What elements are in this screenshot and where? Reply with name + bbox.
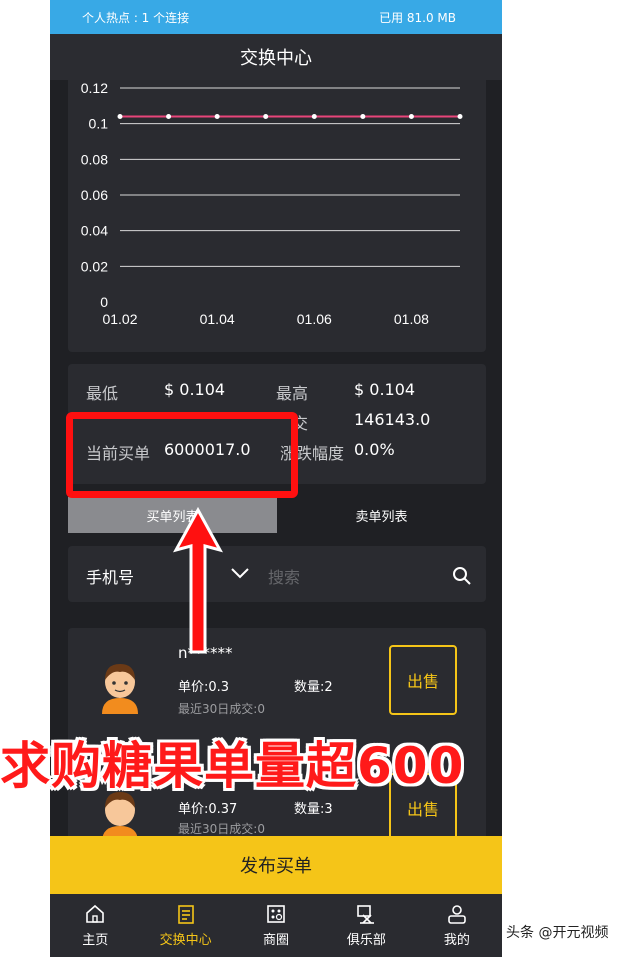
arrow-up-icon: [172, 506, 224, 654]
y-tick-label: 0.08: [81, 151, 108, 167]
data-point: [263, 114, 269, 120]
high-label: 最高: [276, 384, 309, 403]
exchange-icon: [177, 905, 194, 924]
nav-home[interactable]: 主页: [50, 894, 140, 957]
nav-label: 我的: [443, 933, 470, 948]
nav-exchange[interactable]: 交换中心: [140, 894, 230, 957]
y-tick-label: 0.12: [81, 80, 108, 96]
order-price: 单价:0.37: [178, 802, 238, 817]
profile-icon: [448, 905, 466, 924]
high-value: $ 0.104: [354, 380, 416, 399]
overlay-caption: 求购糖果单量超600: [0, 737, 465, 795]
nav-label: 俱乐部: [346, 933, 386, 948]
search-field-selector[interactable]: 手机号: [86, 564, 134, 588]
search-bar: 手机号 搜索: [68, 546, 486, 602]
y-tick-label: 0: [100, 294, 108, 310]
data-point: [360, 114, 366, 120]
hotspot-status: 个人热点 : 1 个连接: [82, 10, 190, 25]
y-tick-label: 0.06: [81, 187, 108, 203]
data-point: [408, 114, 414, 120]
y-tick-label: 0.04: [81, 223, 108, 239]
x-tick-label: 01.06: [297, 311, 332, 327]
data-point: [117, 114, 123, 120]
volume-value: 146143.0: [354, 410, 431, 429]
club-icon: [357, 905, 375, 924]
order-recent-deals: 最近30日成交:0: [178, 702, 265, 716]
status-bar: 个人热点 : 1 个连接 已用 81.0 MB: [50, 0, 502, 34]
nav-profile[interactable]: 我的: [412, 894, 502, 957]
x-tick-label: 01.04: [200, 311, 235, 327]
bottom-nav: 主页 交换中心 商圈 俱乐部 我的: [50, 894, 502, 957]
price-chart: 0 0.02 0.04 0.06 0.08 0.1 0.12 01.02 01.04 01.06 0…: [68, 80, 486, 352]
page-title: 交换中心: [50, 34, 502, 80]
watermark: 头条 @开元视频: [506, 925, 609, 941]
nav-shop[interactable]: 商圈: [231, 894, 321, 957]
sell-button[interactable]: 出售: [389, 645, 457, 715]
order-quantity: 数量:2: [294, 680, 333, 695]
data-point: [457, 114, 463, 120]
nav-label: 商圈: [263, 933, 290, 948]
shop-icon: [267, 905, 285, 923]
nav-label: 主页: [82, 933, 109, 948]
chevron-down-icon[interactable]: [230, 566, 250, 580]
price-chart-svg: 0 0.02 0.04 0.06 0.08 0.1 0.12 01.02 01.04 01.06 0…: [81, 80, 463, 327]
change-value: 0.0%: [354, 440, 395, 459]
nav-club[interactable]: 俱乐部: [321, 894, 411, 957]
search-icon[interactable]: [452, 566, 472, 586]
publish-buy-order-button[interactable]: 发布买单: [50, 836, 502, 894]
y-tick-label: 0.1: [89, 116, 109, 132]
low-value: $ 0.104: [164, 380, 226, 399]
x-tick-label: 01.02: [102, 311, 137, 327]
x-tick-label: 01.08: [394, 311, 429, 327]
avatar: [102, 664, 138, 714]
data-point: [311, 114, 317, 120]
data-point: [166, 114, 172, 120]
order-recent-deals: 最近30日成交:0: [178, 822, 265, 836]
low-label: 最低: [86, 384, 119, 403]
home-icon: [86, 904, 105, 923]
order-quantity: 数量:3: [294, 802, 333, 817]
order-tabs: 买单列表 卖单列表: [68, 497, 486, 533]
search-input[interactable]: 搜索: [268, 564, 300, 588]
highlight-box: [66, 412, 298, 498]
order-price: 单价:0.3: [178, 680, 230, 695]
data-usage: 已用 81.0 MB: [379, 10, 456, 25]
data-point: [214, 114, 220, 120]
y-tick-label: 0.02: [81, 258, 108, 274]
tab-sell-list[interactable]: 卖单列表: [277, 497, 486, 533]
nav-label: 交换中心: [159, 933, 212, 948]
